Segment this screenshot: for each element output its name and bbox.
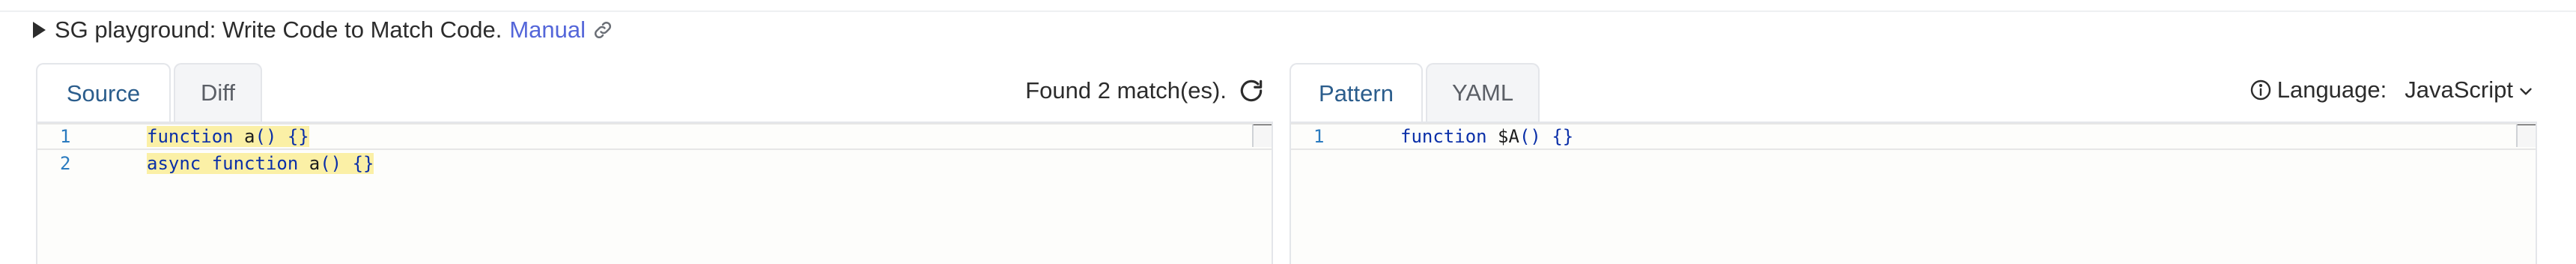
tab-source[interactable]: Source	[36, 63, 171, 123]
code-line[interactable]: 2 async function a() {}	[37, 150, 1272, 177]
code-text: function a() {}	[147, 126, 309, 147]
source-panel: Source Diff Found 2 match(es). 1 functio…	[36, 63, 1273, 264]
line-number: 2	[60, 153, 71, 174]
code-line[interactable]: 1 function $A() {}	[1291, 123, 2536, 150]
summary-text: SG playground: Write Code to Match Code.	[55, 16, 502, 43]
source-tabbar: Source Diff Found 2 match(es).	[36, 63, 1273, 123]
playground-summary[interactable]: SG playground: Write Code to Match Code.…	[33, 14, 614, 46]
match-status: Found 2 match(es).	[1025, 76, 1266, 105]
pattern-editor[interactable]: 1 function $A() {}	[1289, 122, 2537, 264]
link-icon	[592, 19, 614, 41]
code-line[interactable]: 1 function a() {}	[37, 123, 1272, 150]
manual-link[interactable]: Manual	[509, 16, 586, 44]
disclosure-triangle-icon[interactable]	[33, 22, 46, 38]
top-divider	[0, 10, 2576, 12]
chevron-down-icon[interactable]	[2516, 80, 2536, 100]
language-value[interactable]: JavaScript	[2405, 76, 2513, 104]
pattern-tabbar: Pattern YAML Language: JavaScript	[1289, 63, 2537, 123]
code-text: async function a() {}	[147, 153, 374, 174]
tab-pattern[interactable]: Pattern	[1289, 63, 1423, 123]
tab-yaml[interactable]: YAML	[1426, 63, 1540, 122]
tab-diff[interactable]: Diff	[174, 63, 262, 122]
pattern-panel: Pattern YAML Language: JavaScript 1 func…	[1289, 63, 2537, 264]
language-label: Language:	[2276, 76, 2387, 103]
refresh-icon[interactable]	[1237, 76, 1266, 105]
line-number: 1	[60, 126, 71, 147]
info-icon[interactable]	[2249, 78, 2273, 102]
line-number: 1	[1313, 126, 1325, 147]
source-editor[interactable]: 1 function a() {} 2 async function a() {…	[36, 122, 1273, 264]
language-selector[interactable]: Language: JavaScript	[2249, 76, 2536, 104]
match-count-text: Found 2 match(es).	[1025, 77, 1227, 104]
code-text: function $A() {}	[1400, 126, 1574, 147]
